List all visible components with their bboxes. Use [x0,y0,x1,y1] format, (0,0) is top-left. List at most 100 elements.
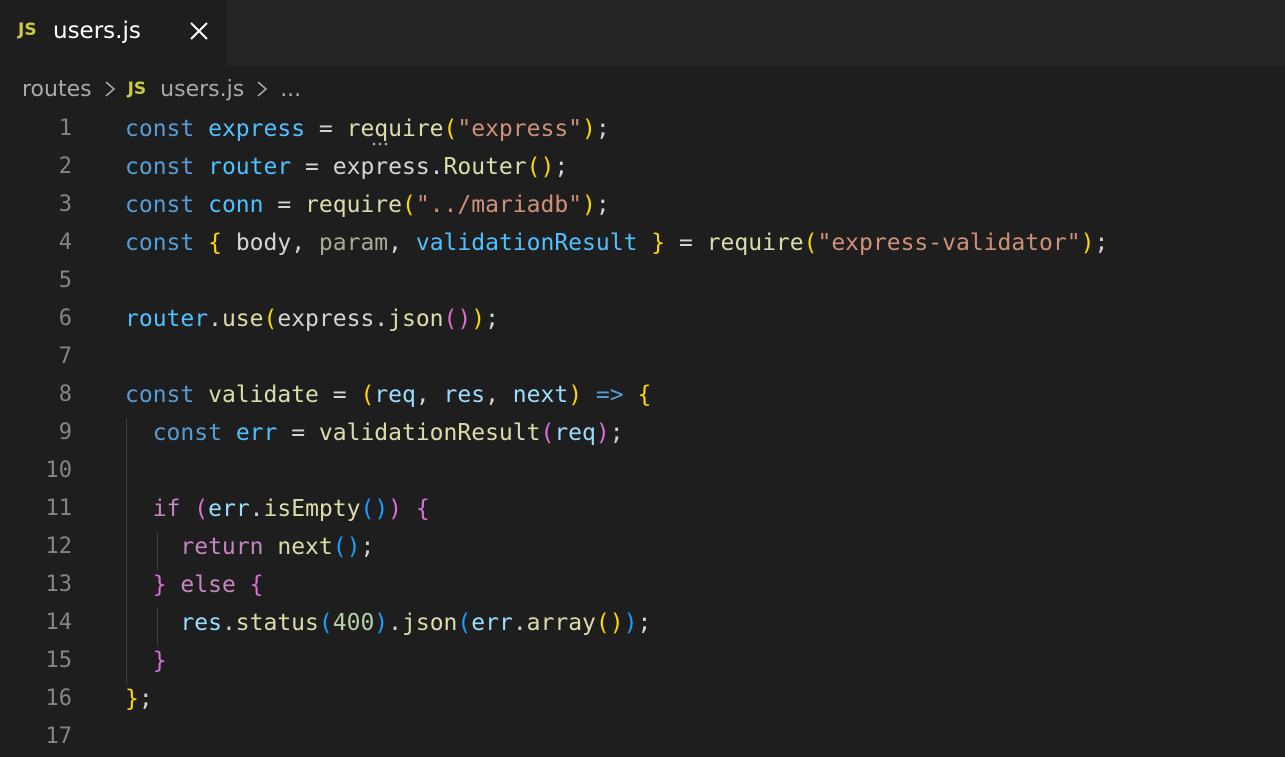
code-token: = [665,230,707,256]
line-number: 15 [45,648,73,673]
code-token: () [332,534,361,560]
code-line[interactable]: 7 [0,338,1285,376]
javascript-file-icon: JS [127,79,147,99]
breadcrumb-more[interactable]: ... [280,77,301,102]
code-line[interactable]: 6 router.use(express.json()); [0,300,1285,338]
code-line[interactable]: 11 if (err.isEmpty()) { [0,490,1285,528]
code-token: err [235,420,278,446]
code-token: return [180,534,264,560]
code-token: use [221,306,264,332]
code-token: ; [485,306,499,332]
code-token: } [651,230,666,256]
code-text[interactable]: const { body, param, validationResult } … [125,224,1108,262]
code-text[interactable]: if (err.isEmpty()) { [125,490,430,528]
tab-label[interactable]: users.js [53,18,141,44]
chevron-right-icon [252,79,272,99]
code-text[interactable]: router.use(express.json()); [125,300,499,338]
code-text[interactable]: const validate = (req, res, next) => { [125,376,651,414]
line-number: 8 [58,382,72,407]
code-token: if [152,496,181,522]
code-line[interactable]: 5 [0,262,1285,300]
code-line[interactable]: 2 const router = express.Router(); [0,148,1285,186]
code-token: express. [332,154,444,180]
code-token: () [595,610,624,636]
line-number: 17 [45,724,73,749]
code-token: ( [360,382,375,408]
code-token: ( [318,610,333,636]
code-line[interactable]: 17 [0,718,1285,756]
line-number: 4 [58,230,72,255]
code-token: = [291,154,333,180]
code-token: validationResult [415,230,638,256]
code-line[interactable]: 9 const err = validationResult(req); [0,414,1285,452]
code-line[interactable]: 13 } else { [0,566,1285,604]
code-token: , [415,382,444,408]
code-token: ; [554,154,569,180]
code-line[interactable]: 4 const { body, param, validationResult }… [0,224,1285,262]
code-token: ( [803,230,818,256]
close-icon[interactable] [186,18,212,44]
breadcrumb-file-users-js[interactable]: users.js [160,77,244,102]
code-token: ( [540,420,555,446]
code-token: ( [457,610,472,636]
code-token: . [208,306,222,332]
code-line[interactable]: 14 res.status(400).json(err.array()); [0,604,1285,642]
code-editor[interactable]: 1 const express = require("express"); 2 con… [0,110,1285,757]
breadcrumb-folder-routes[interactable]: routes [22,77,92,102]
code-token: const [125,154,195,180]
code-line[interactable]: 16}; [0,680,1285,718]
code-token: } [152,572,167,598]
code-token: . [512,610,527,636]
code-token: ) [471,306,486,332]
code-token: ; [609,420,624,446]
code-text[interactable]: } else { [125,566,264,604]
code-token: ) [388,496,403,522]
code-token: 400 [332,610,375,636]
code-token: "../mariadb" [415,192,583,218]
hint-squiggle [372,142,388,146]
line-number: 9 [58,420,72,445]
code-token: , [388,230,416,256]
code-token: array [526,610,596,636]
code-text[interactable]: res.status(400).json(err.array()); [125,604,651,642]
code-line[interactable]: 15 } [0,642,1285,680]
code-line[interactable]: 12 return next(); [0,528,1285,566]
code-text[interactable]: }; [125,680,153,718]
code-text[interactable]: const err = validationResult(req); [125,414,624,452]
code-token: ) [582,116,596,142]
code-token: const [125,116,195,142]
code-text[interactable]: } [125,642,167,680]
tab-users-js[interactable]: JS users.js [0,0,227,66]
code-token: , [485,382,513,408]
code-line[interactable]: 8 const validate = (req, res, next) => { [0,376,1285,414]
code-line[interactable]: 10 [0,452,1285,490]
code-text[interactable]: const conn = require("../mariadb"); [125,186,610,224]
code-token: const [125,192,195,218]
code-text[interactable]: return next(); [125,528,374,566]
code-text[interactable]: const router = express.Router(); [125,148,568,186]
code-token: ( [443,116,458,142]
code-line[interactable]: 1 const express = require("express"); [0,110,1285,148]
code-text[interactable]: const express = require("express"); [125,110,610,148]
line-number: 1 [58,116,72,141]
code-token: } [125,686,139,712]
code-line[interactable]: 3 const conn = require("../mariadb"); [0,186,1285,224]
code-token: body, [221,230,319,256]
code-token: "express" [457,116,583,142]
code-token: "express-validator" [817,230,1081,256]
code-token: err [208,496,250,522]
code-token: ) [595,420,610,446]
code-token: ( [194,496,209,522]
code-token: ; [138,686,153,712]
code-token: req [374,382,416,408]
